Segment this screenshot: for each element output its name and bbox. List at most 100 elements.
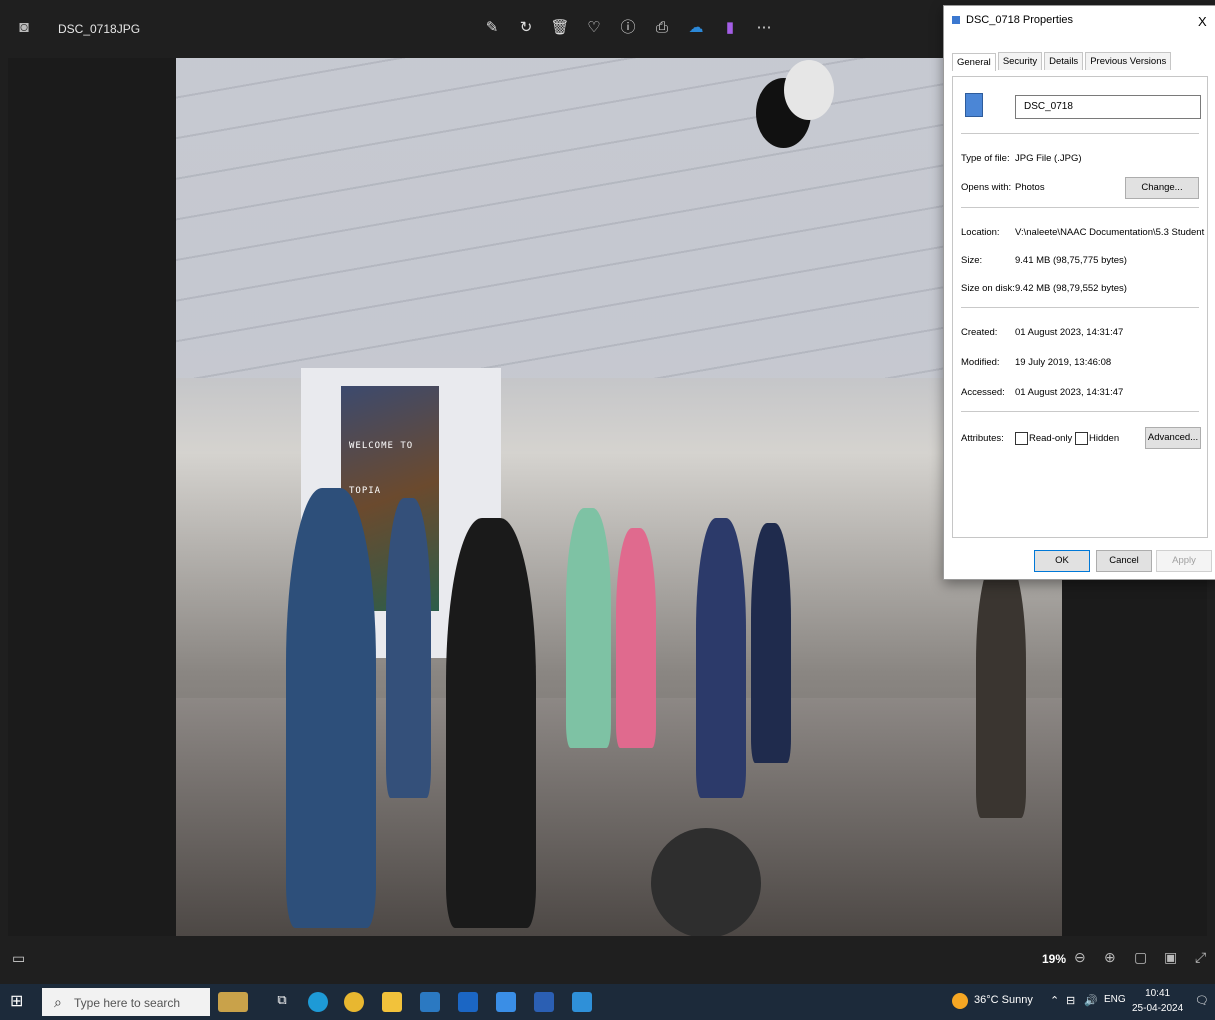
modified-value: 19 July 2019, 13:46:08 (1015, 357, 1112, 368)
dancer (286, 488, 376, 928)
dancer (446, 518, 536, 928)
onedrive-icon[interactable]: ☁ (686, 18, 706, 38)
dialog-title-text: DSC_0718 Properties (966, 14, 1074, 26)
created-label: Created: (961, 327, 998, 338)
clock[interactable]: 10:41 25-04-2024 (1132, 986, 1183, 1016)
type-label: Type of file: (961, 153, 1010, 164)
file-title: DSC_0718JPG (58, 22, 141, 36)
size-on-disk-value: 9.42 MB (98,79,552 bytes) (1015, 283, 1127, 294)
modified-label: Modified: (961, 357, 1000, 368)
size-on-disk-label: Size on disk: (961, 283, 1015, 294)
divider (961, 411, 1199, 412)
photos-app-icon: ◙ (19, 19, 29, 36)
tab-details[interactable]: Details (1044, 52, 1084, 70)
file-name-field[interactable]: DSC_0718 (1015, 95, 1201, 119)
delete-icon[interactable]: 🗑 (550, 18, 570, 38)
chrome-icon[interactable] (344, 992, 364, 1012)
divider (961, 133, 1199, 134)
more-icon[interactable]: ⋯ (754, 18, 774, 38)
favorite-icon[interactable]: ♡ (584, 18, 604, 38)
opens-with-value: Photos (1015, 182, 1045, 193)
tab-general[interactable]: General (952, 53, 996, 71)
edge-icon[interactable] (308, 992, 328, 1012)
photo-toolbar: ✎ ↻ 🗑 ♡ ⓘ ⎙ ☁ ▮ ⋯ (482, 18, 774, 38)
outlook-icon[interactable] (458, 992, 478, 1012)
dancer (616, 528, 656, 748)
word-icon[interactable] (534, 992, 554, 1012)
attributes-label: Attributes: (961, 433, 1004, 444)
dancer (976, 558, 1026, 818)
accessed-value: 01 August 2023, 14:31:47 (1015, 387, 1124, 398)
audience-head (651, 828, 761, 936)
notifications-icon[interactable]: 🗨 (1195, 994, 1209, 1007)
search-highlight-icon[interactable] (218, 992, 248, 1012)
search-placeholder: Type here to search (74, 996, 181, 1010)
image-file-icon (952, 16, 960, 25)
weather-text[interactable]: 36°C Sunny (974, 994, 1033, 1006)
accessed-label: Accessed: (961, 387, 1005, 398)
divider (961, 207, 1199, 208)
filmstrip-icon[interactable]: ▭ (12, 950, 25, 967)
ok-button[interactable]: OK (1034, 550, 1090, 572)
viewer-bottom-bar: ▭ 19% ⊖ ⊕ ▢ ▣ ⤢ (0, 936, 1215, 984)
clock-date: 25-04-2024 (1132, 1003, 1184, 1014)
print-icon[interactable]: ⎙ (652, 18, 672, 38)
size-value: 9.41 MB (98,75,775 bytes) (1015, 255, 1127, 266)
dancer (696, 518, 746, 798)
zoom-in-icon[interactable]: ⊕ (1104, 949, 1116, 966)
network-icon[interactable]: ⊟ (1066, 994, 1075, 1007)
location-label: Location: (961, 227, 1000, 238)
hidden-checkbox[interactable] (1075, 432, 1088, 445)
divider (961, 307, 1199, 308)
cancel-button[interactable]: Cancel (1096, 550, 1152, 572)
info-icon[interactable]: ⓘ (618, 18, 638, 38)
taskbar: ⊞ ⌕ Type here to search ⧉ 36°C Sunny ⌃ ⊟… (0, 984, 1215, 1020)
mail-icon[interactable] (420, 992, 440, 1012)
fullscreen-icon[interactable]: ⤢ (1195, 949, 1206, 966)
opens-with-label: Opens with: (961, 182, 1012, 193)
slide-text-2: TOPIA (349, 486, 382, 496)
weather-icon (952, 993, 968, 1009)
store-icon[interactable] (496, 992, 516, 1012)
balloon-white (784, 60, 834, 120)
advanced-button[interactable]: Advanced... (1145, 427, 1201, 449)
general-panel: DSC_0718 Type of file: JPG File (.JPG) O… (952, 76, 1208, 538)
readonly-label: Read-only (1029, 433, 1073, 444)
clock-time: 10:41 (1145, 988, 1171, 999)
clipchamp-icon[interactable]: ▮ (720, 18, 740, 38)
show-hidden-icons[interactable]: ⌃ (1050, 994, 1059, 1007)
dancer (566, 508, 611, 748)
slide-text: WELCOME TO (349, 441, 414, 451)
photo[interactable]: WELCOME TO TOPIA (176, 58, 1062, 936)
dancer (751, 523, 791, 763)
file-name-value: DSC_0718 (1024, 101, 1073, 112)
ceiling (176, 58, 1062, 378)
language-indicator[interactable]: ENG (1104, 994, 1126, 1005)
tab-previous-versions[interactable]: Previous Versions (1085, 52, 1172, 70)
file-explorer-icon[interactable] (382, 992, 402, 1012)
jpg-file-icon (965, 93, 983, 117)
readonly-checkbox[interactable] (1015, 432, 1028, 445)
dialog-title: DSC_0718 Properties (952, 14, 1073, 26)
windows-start-icon[interactable]: ⊞ (10, 993, 28, 1011)
created-value: 01 August 2023, 14:31:47 (1015, 327, 1124, 338)
hidden-label: Hidden (1089, 433, 1120, 444)
search-icon: ⌕ (54, 994, 62, 1010)
location-value: V:\naleete\NAAC Documentation\5.3 Studen… (1015, 227, 1205, 238)
zoom-level: 19% (1042, 952, 1067, 966)
apply-button[interactable]: Apply (1156, 550, 1212, 572)
actual-size-icon[interactable]: ▣ (1164, 949, 1177, 966)
change-button[interactable]: Change... (1125, 177, 1199, 199)
edit-icon[interactable]: ✎ (482, 18, 502, 38)
taskbar-search[interactable]: ⌕ Type here to search (42, 988, 210, 1016)
volume-icon[interactable]: 🔊 (1084, 994, 1098, 1007)
tab-security[interactable]: Security (997, 52, 1043, 70)
properties-dialog: DSC_0718 Properties X General Security D… (943, 5, 1215, 580)
close-button[interactable]: X (1198, 14, 1207, 29)
rotate-icon[interactable]: ↻ (516, 18, 536, 38)
task-view-icon[interactable]: ⧉ (272, 992, 292, 1012)
size-label: Size: (961, 255, 983, 266)
photos-icon[interactable] (572, 992, 592, 1012)
fit-window-icon[interactable]: ▢ (1134, 949, 1147, 966)
zoom-out-icon[interactable]: ⊖ (1074, 949, 1086, 966)
